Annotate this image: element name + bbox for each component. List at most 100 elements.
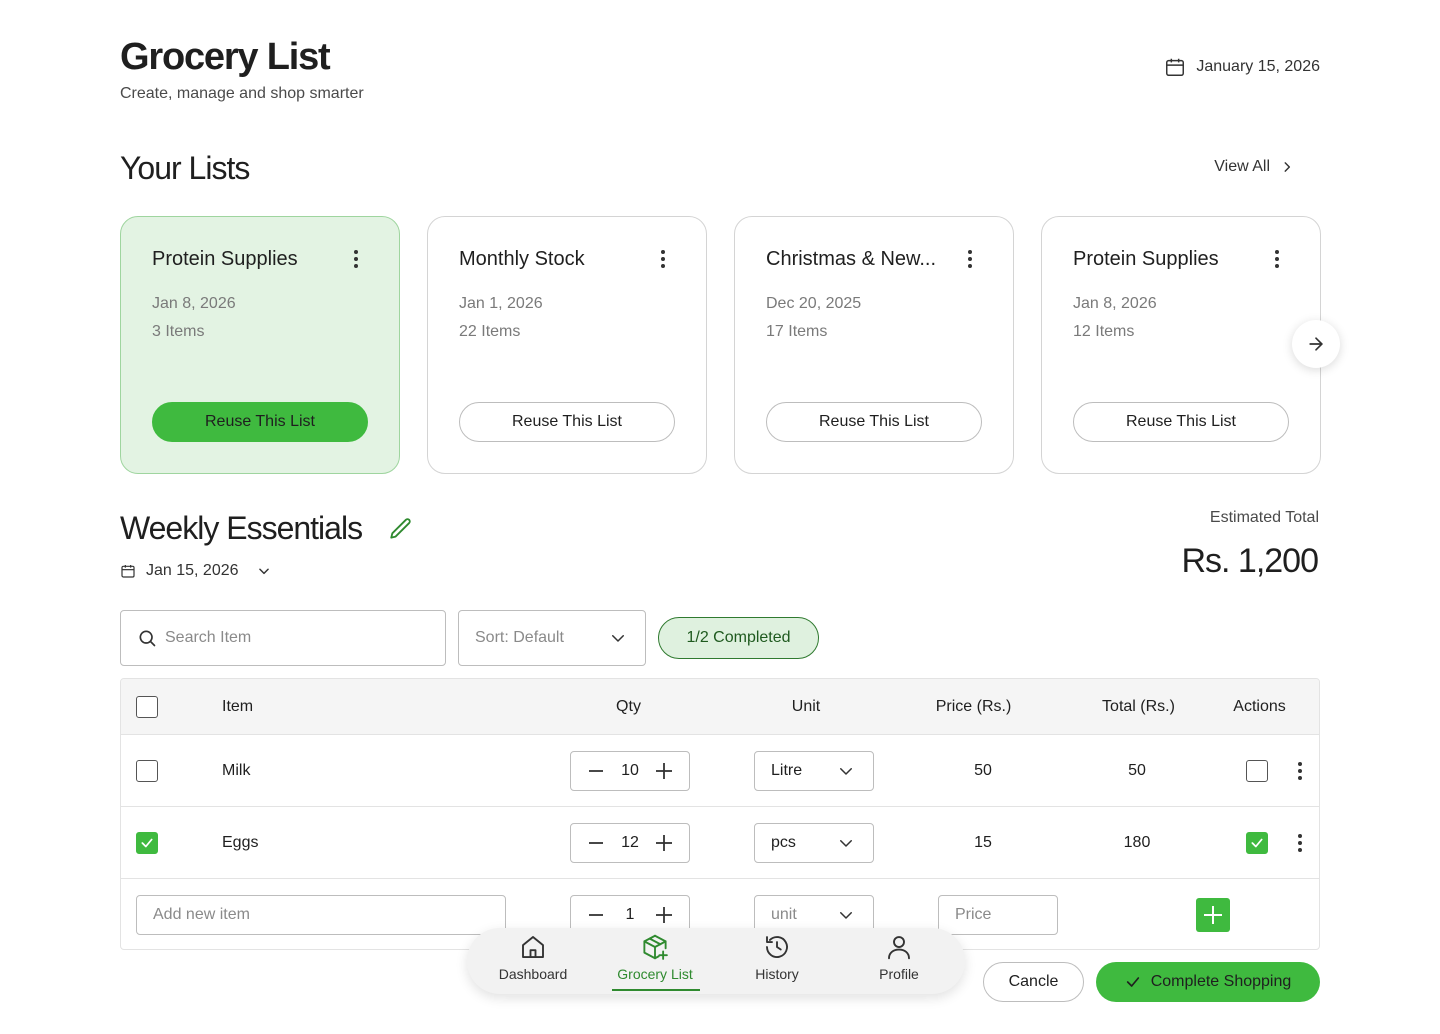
card-date: Jan 1, 2026 <box>459 295 543 312</box>
sort-label: Sort: Default <box>475 629 564 646</box>
card-date: Dec 20, 2025 <box>766 295 862 312</box>
new-item-cell <box>136 879 506 949</box>
purchased-checkbox[interactable] <box>1246 831 1268 854</box>
quantity-value: 10 <box>621 761 639 779</box>
qty-cell: 10 <box>570 735 690 806</box>
list-card[interactable]: Monthly Stock Jan 1, 2026 22 Items Reuse… <box>427 216 707 474</box>
check-icon <box>1251 838 1263 847</box>
card-title: Protein Supplies <box>152 247 298 270</box>
add-item-button[interactable] <box>1196 898 1230 932</box>
unit-cell: Litre <box>754 735 874 806</box>
row-select-cell <box>136 807 158 878</box>
header-total: Total (Rs.) <box>1102 697 1175 715</box>
row-actions <box>1246 807 1312 878</box>
quantity-value: 1 <box>625 906 635 923</box>
plus-icon <box>1204 906 1222 924</box>
edit-pencil-icon[interactable] <box>388 516 414 542</box>
view-all-label: View All <box>1214 158 1270 175</box>
reuse-list-button[interactable]: Reuse This List <box>152 402 368 442</box>
estimated-total-value: Rs. 1,200 <box>1181 542 1319 580</box>
purchased-checkbox[interactable] <box>1246 759 1268 782</box>
minus-icon[interactable] <box>587 762 605 780</box>
plus-icon[interactable] <box>655 762 673 780</box>
user-icon <box>884 932 914 962</box>
nav-label: Grocery List <box>617 966 693 982</box>
nav-grocery-list[interactable]: Grocery List <box>605 932 705 992</box>
bottom-navigation: Dashboard Grocery List History Profile <box>467 928 965 994</box>
total-value: 180 <box>1123 833 1151 851</box>
chevron-down-icon <box>609 629 627 647</box>
more-vertical-icon[interactable] <box>958 247 982 271</box>
chevron-down-icon <box>837 834 855 852</box>
price-value: 50 <box>974 761 992 779</box>
select-all-checkbox[interactable] <box>136 695 158 718</box>
minus-icon[interactable] <box>587 834 605 852</box>
current-list-title: Weekly Essentials <box>120 510 363 546</box>
page-title: Grocery List <box>120 36 331 78</box>
unit-dropdown[interactable]: pcs <box>754 822 874 863</box>
reuse-list-button[interactable]: Reuse This List <box>1073 402 1289 442</box>
total-value: 50 <box>1128 761 1146 779</box>
quantity-stepper: 12 <box>570 822 690 863</box>
row-select-cell <box>136 735 158 806</box>
chevron-right-icon <box>1280 160 1294 174</box>
header-actions: Actions <box>1233 697 1286 715</box>
search-icon <box>137 628 157 648</box>
qty-cell: 12 <box>570 807 690 878</box>
nav-label: Dashboard <box>498 966 568 982</box>
card-title: Christmas & New... <box>766 247 937 270</box>
reuse-list-button[interactable]: Reuse This List <box>459 402 675 442</box>
check-icon <box>141 838 153 847</box>
list-card[interactable]: Christmas & New... Dec 20, 2025 17 Items… <box>734 216 1014 474</box>
new-item-input[interactable] <box>136 895 506 935</box>
complete-shopping-button[interactable]: Complete Shopping <box>1096 962 1320 1002</box>
items-table: Item Qty Unit Price (Rs.) Total (Rs.) Ac… <box>120 678 1320 950</box>
table-row: Eggs 12 pcs 15 180 <box>121 807 1319 879</box>
current-list-header: Weekly Essentials <box>120 510 414 547</box>
search-field[interactable] <box>120 610 446 666</box>
nav-profile[interactable]: Profile <box>849 932 949 992</box>
nav-dashboard[interactable]: Dashboard <box>483 932 583 992</box>
list-date-text: Jan 15, 2026 <box>146 562 239 579</box>
history-icon <box>762 932 792 962</box>
cancel-button[interactable]: Cancle <box>983 962 1084 1002</box>
reuse-list-button[interactable]: Reuse This List <box>766 402 982 442</box>
more-vertical-icon[interactable] <box>1265 247 1289 271</box>
more-vertical-icon[interactable] <box>1288 831 1312 855</box>
sort-dropdown[interactable]: Sort: Default <box>458 610 646 666</box>
more-vertical-icon[interactable] <box>1288 759 1312 783</box>
list-card[interactable]: Protein Supplies Jan 8, 2026 12 Items Re… <box>1041 216 1321 474</box>
card-item-count: 17 Items <box>766 323 828 340</box>
completed-status-badge: 1/2 Completed <box>658 617 819 659</box>
more-vertical-icon[interactable] <box>651 247 675 271</box>
view-all-link[interactable]: View All <box>1214 158 1294 176</box>
plus-icon[interactable] <box>655 834 673 852</box>
plus-icon[interactable] <box>655 906 673 924</box>
nav-history[interactable]: History <box>727 932 827 992</box>
list-card[interactable]: Protein Supplies Jan 8, 2026 3 Items Reu… <box>120 216 400 474</box>
unit-dropdown[interactable]: Litre <box>754 750 874 791</box>
search-input[interactable] <box>165 629 425 647</box>
page-subtitle: Create, manage and shop smarter <box>120 85 364 102</box>
your-lists-title: Your Lists <box>120 150 250 186</box>
row-checkbox[interactable] <box>136 759 158 782</box>
table-row: Milk 10 Litre 50 50 <box>121 735 1319 807</box>
card-item-count: 12 Items <box>1073 323 1135 340</box>
list-date-picker[interactable]: Jan 15, 2026 <box>120 562 271 580</box>
nav-label: History <box>755 966 799 982</box>
price-value: 15 <box>974 833 992 851</box>
chevron-down-icon <box>837 906 855 924</box>
header-item: Item <box>222 697 254 715</box>
price-input[interactable] <box>938 895 1058 935</box>
home-icon <box>518 932 548 962</box>
row-checkbox[interactable] <box>136 831 158 854</box>
carousel-next-button[interactable] <box>1292 320 1340 368</box>
header-qty: Qty <box>616 697 641 715</box>
unit-value: Litre <box>771 761 803 779</box>
table-header: Item Qty Unit Price (Rs.) Total (Rs.) Ac… <box>121 679 1319 735</box>
add-item-cell <box>1196 879 1230 949</box>
minus-icon[interactable] <box>587 906 605 924</box>
more-vertical-icon[interactable] <box>344 247 368 271</box>
row-actions <box>1246 735 1312 806</box>
card-title: Protein Supplies <box>1073 247 1219 270</box>
